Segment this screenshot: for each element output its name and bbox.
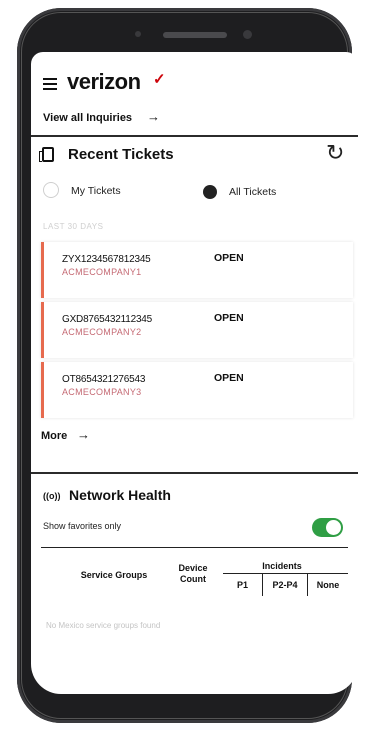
ticket-period-label: LAST 30 DAYS <box>43 222 104 231</box>
recent-tickets-title: Recent Tickets <box>68 146 174 163</box>
col-none[interactable]: None <box>308 580 348 591</box>
incidents-underline <box>223 573 348 574</box>
more-tickets-link[interactable]: More <box>41 430 67 442</box>
favorites-toggle[interactable] <box>312 518 343 537</box>
ticket-card[interactable]: ZYX1234567812345 ACMECOMPANY1 OPEN <box>41 242 353 298</box>
hamburger-menu-icon[interactable] <box>43 78 57 90</box>
tickets-icon <box>39 147 54 162</box>
all-tickets-label[interactable]: All Tickets <box>229 186 276 198</box>
brand-check-icon: ✓ <box>153 71 166 88</box>
ticket-card[interactable]: OT8654321276543 ACMECOMPANY3 OPEN <box>41 362 353 418</box>
ticket-id: ZYX1234567812345 <box>62 254 151 265</box>
arrow-right-icon[interactable]: → <box>147 109 160 124</box>
refresh-icon[interactable]: ↻ <box>326 140 344 166</box>
ticket-status: OPEN <box>214 372 244 384</box>
col-service-groups[interactable]: Service Groups <box>69 570 159 581</box>
ticket-status: OPEN <box>214 252 244 264</box>
app-header: verizon ✓ View all Inquiries → <box>31 52 358 134</box>
arrow-right-icon[interactable]: → <box>77 427 90 442</box>
ticket-status: OPEN <box>214 312 244 324</box>
view-all-inquiries-link[interactable]: View all Inquiries <box>43 112 132 124</box>
front-camera <box>243 30 252 39</box>
ticket-id: OT8654321276543 <box>62 374 146 385</box>
show-favorites-label: Show favorites only <box>43 521 122 531</box>
table-top-line <box>41 547 348 548</box>
earpiece-speaker <box>163 32 227 38</box>
toggle-knob <box>326 520 341 535</box>
brand-logo: verizon <box>67 69 141 94</box>
col-p2-p4[interactable]: P2-P4 <box>263 580 307 591</box>
app-screen: verizon ✓ View all Inquiries → Recent Ti… <box>31 52 358 694</box>
radio-all-tickets[interactable] <box>203 185 217 199</box>
network-health-title: Network Health <box>69 487 171 503</box>
ticket-id: GXD8765432112345 <box>62 314 153 325</box>
empty-state-message: No Mexico service groups found <box>46 621 161 630</box>
ticket-company: ACMECOMPANY2 <box>62 327 142 337</box>
ticket-company: ACMECOMPANY3 <box>62 387 142 397</box>
ticket-company: ACMECOMPANY1 <box>62 267 142 277</box>
my-tickets-label[interactable]: My Tickets <box>71 185 121 197</box>
col-device-count[interactable]: Device Count <box>169 563 217 585</box>
network-signal-icon: ((o)) <box>43 491 61 501</box>
header-divider <box>31 135 358 137</box>
sensor <box>135 31 141 37</box>
radio-my-tickets[interactable] <box>43 182 59 198</box>
col-incidents: Incidents <box>262 561 302 571</box>
col-p1[interactable]: P1 <box>223 580 262 591</box>
ticket-card[interactable]: GXD8765432112345 ACMECOMPANY2 OPEN <box>41 302 353 358</box>
section-divider <box>31 472 358 474</box>
